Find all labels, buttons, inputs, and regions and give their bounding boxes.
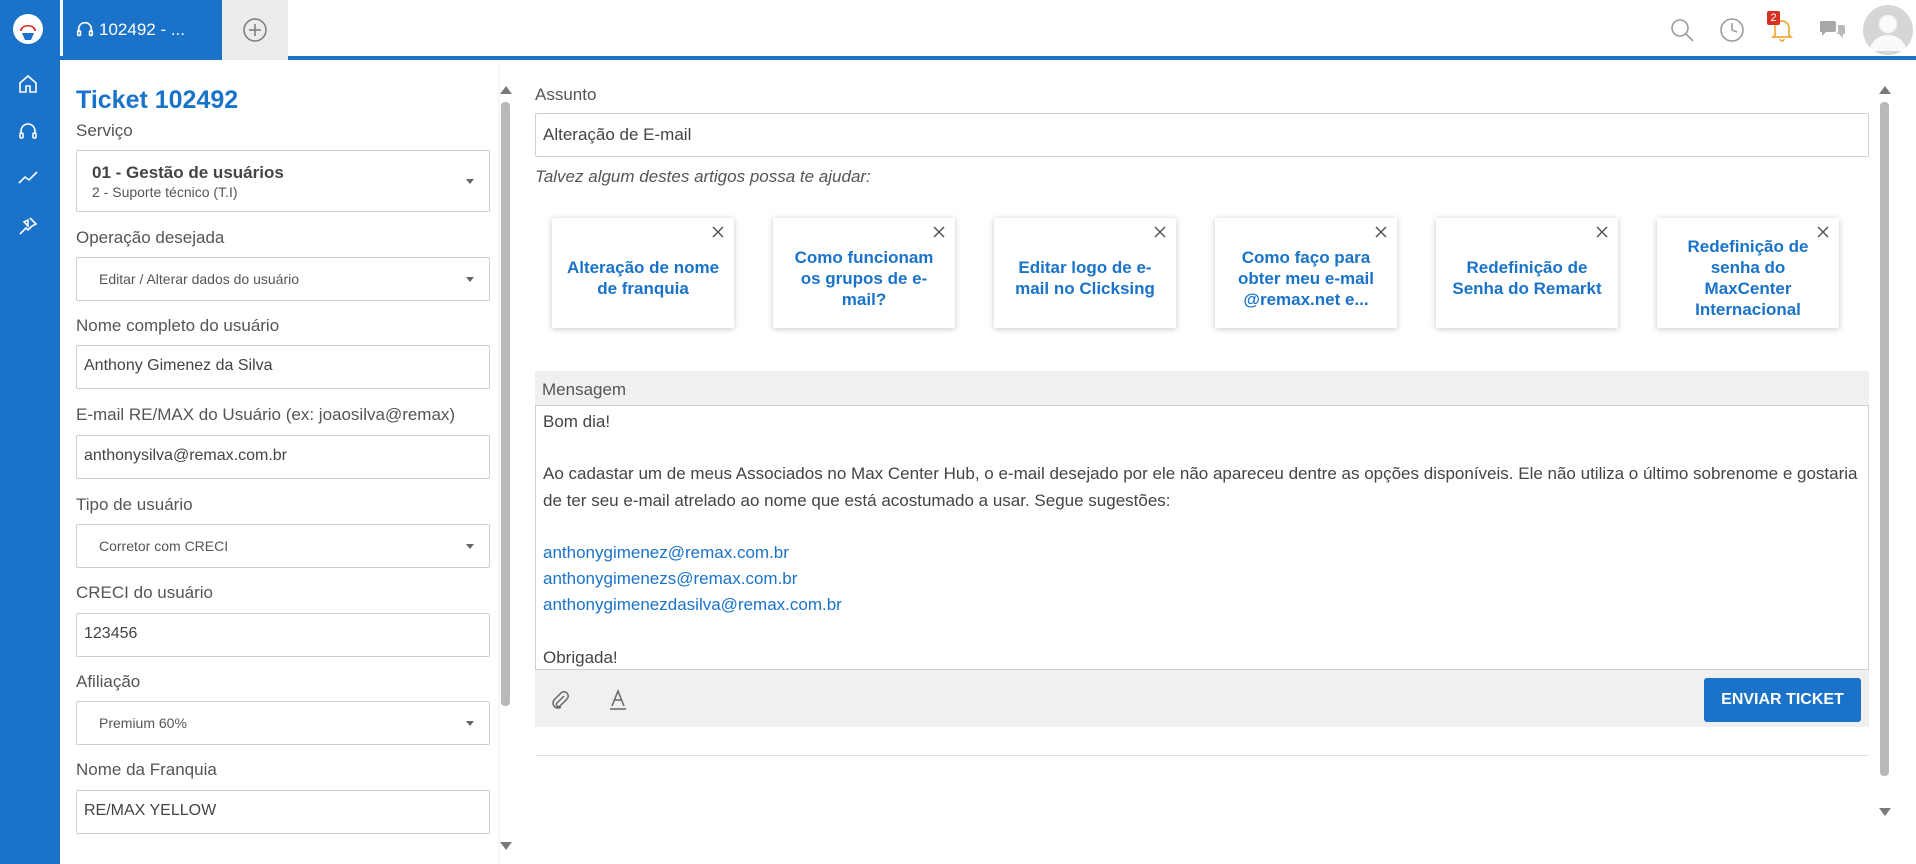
franchise-label: Nome da Franquia [76,760,217,779]
email-label: E-mail RE/MAX do Usuário (ex: joaosilva@… [76,405,456,424]
help-text: Talvez algum destes artigos possa te aju… [535,167,871,186]
close-icon[interactable] [931,224,947,240]
text-format-button[interactable] [603,685,633,715]
usertype-value: Corretor com CRECI [99,538,229,554]
article-card[interactable]: Como faço para obter meu e-mail @remax.n… [1215,218,1397,328]
article-card[interactable]: Redefinição de Senha do Remarkt [1436,218,1618,328]
chevron-down-icon [466,544,474,549]
article-card[interactable]: Alteração de nome de franquia [552,218,734,328]
affiliation-select[interactable]: Premium 60% [76,701,490,745]
article-title: Redefinição de senha do MaxCenter Intern… [1687,237,1809,319]
message-textarea[interactable]: Bom dia! Ao cadastar um de meus Associad… [535,405,1869,670]
service-label: Serviço [76,121,133,140]
service-main-value: 01 - Gestão de usuários [92,163,284,182]
top-bar: 102492 - ... 2 [60,0,1916,60]
message-toolbar: ENVIAR TICKET [535,671,1869,727]
subject-label: Assunto [535,85,597,104]
divider [535,755,1869,756]
search-button[interactable] [1657,2,1707,58]
service-sub-value: 2 - Suporte técnico (T.I) [92,184,238,200]
article-title: Alteração de nome de franquia [566,258,720,298]
notification-badge: 2 [1767,11,1780,25]
scroll-up-arrow[interactable] [500,86,512,94]
close-icon[interactable] [1152,224,1168,240]
attach-button[interactable] [545,685,575,715]
operation-label: Operação desejada [76,228,225,247]
chat-icon [1820,21,1845,38]
form-scrollbar-track [498,64,500,864]
close-icon[interactable] [710,224,726,240]
search-icon [1671,19,1694,42]
main-content: Assunto Alteração de E-mail Talvez algum… [535,64,1870,864]
email-suggestion[interactable]: anthonygimenezdasilva@remax.com.br [543,592,1861,618]
close-icon[interactable] [1815,224,1831,240]
chevron-down-icon [466,179,474,184]
article-title: Editar logo de e-mail no Clicksing [1015,258,1155,298]
plus-circle-icon [243,18,267,42]
trend-icon[interactable] [14,164,42,192]
article-title: Redefinição de Senha do Remarkt [1452,258,1602,298]
notifications-button[interactable]: 2 [1757,2,1807,58]
scroll-down-arrow[interactable] [500,842,512,850]
article-card[interactable]: Editar logo de e-mail no Clicksing [994,218,1176,328]
form-scrollbar-thumb[interactable] [501,102,510,706]
message-closing: Obrigada! [543,647,618,667]
article-card[interactable]: Como funcionam os grupos de e-mail? [773,218,955,328]
subject-field[interactable]: Alteração de E-mail [535,113,1869,157]
email-field[interactable]: anthonysilva@remax.com.br [76,435,490,479]
chevron-down-icon [466,277,474,282]
affiliation-label: Afiliação [76,672,141,691]
close-icon[interactable] [1594,224,1610,240]
page-title: Ticket 102492 [76,86,239,114]
avatar[interactable] [1863,5,1913,55]
usertype-select[interactable]: Corretor com CRECI [76,524,490,568]
close-icon[interactable] [1373,224,1389,240]
operation-value: Editar / Alterar dados do usuário [99,271,300,287]
service-select[interactable]: 01 - Gestão de usuários 2 - Suporte técn… [76,150,490,212]
tab-ticket[interactable]: 102492 - ... [63,0,222,60]
pin-icon[interactable] [14,212,42,240]
franchise-field[interactable]: RE/MAX YELLOW [76,790,490,834]
message-label: Mensagem [542,380,627,399]
text-format-icon [610,689,626,710]
operation-select[interactable]: Editar / Alterar dados do usuário [76,257,490,301]
paperclip-icon [552,691,569,709]
usertype-label: Tipo de usuário [76,495,193,514]
affiliation-value: Premium 60% [99,715,187,731]
remax-logo[interactable] [12,13,44,45]
scroll-up-arrow[interactable] [1879,86,1891,94]
history-button[interactable] [1707,2,1757,58]
email-suggestion[interactable]: anthonygimenez@remax.com.br [543,540,1861,566]
article-title: Como faço para obter meu e-mail @remax.n… [1237,247,1375,309]
chevron-down-icon [466,721,474,726]
article-card[interactable]: Redefinição de senha do MaxCenter Intern… [1657,218,1839,328]
ticket-form: Ticket 102492 Serviço 01 - Gestão de usu… [60,64,500,864]
headset-icon [76,21,94,37]
email-suggestion[interactable]: anthonygimenezs@remax.com.br [543,566,1861,592]
add-tab-button[interactable] [222,0,288,60]
message-box: Mensagem Bom dia! Ao cadastar um de meus… [535,371,1869,727]
nav-rail [0,0,60,864]
fullname-label: Nome completo do usuário [76,316,280,335]
creci-field[interactable]: 123456 [76,613,490,657]
main-scrollbar-thumb[interactable] [1880,102,1889,776]
send-ticket-button[interactable]: ENVIAR TICKET [1704,678,1861,722]
scroll-down-arrow[interactable] [1879,808,1891,816]
headset-icon[interactable] [14,118,42,146]
home-icon[interactable] [14,70,42,98]
tab-title: 102492 - ... [99,20,186,39]
article-title: Como funcionam os grupos de e-mail? [794,247,934,309]
chat-button[interactable] [1807,2,1857,58]
creci-label: CRECI do usuário [76,583,214,602]
message-body: Ao cadastar um de meus Associados no Max… [543,464,1858,510]
message-greeting: Bom dia! [543,412,611,431]
clock-icon [1720,18,1744,42]
fullname-field[interactable]: Anthony Gimenez da Silva [76,345,490,389]
